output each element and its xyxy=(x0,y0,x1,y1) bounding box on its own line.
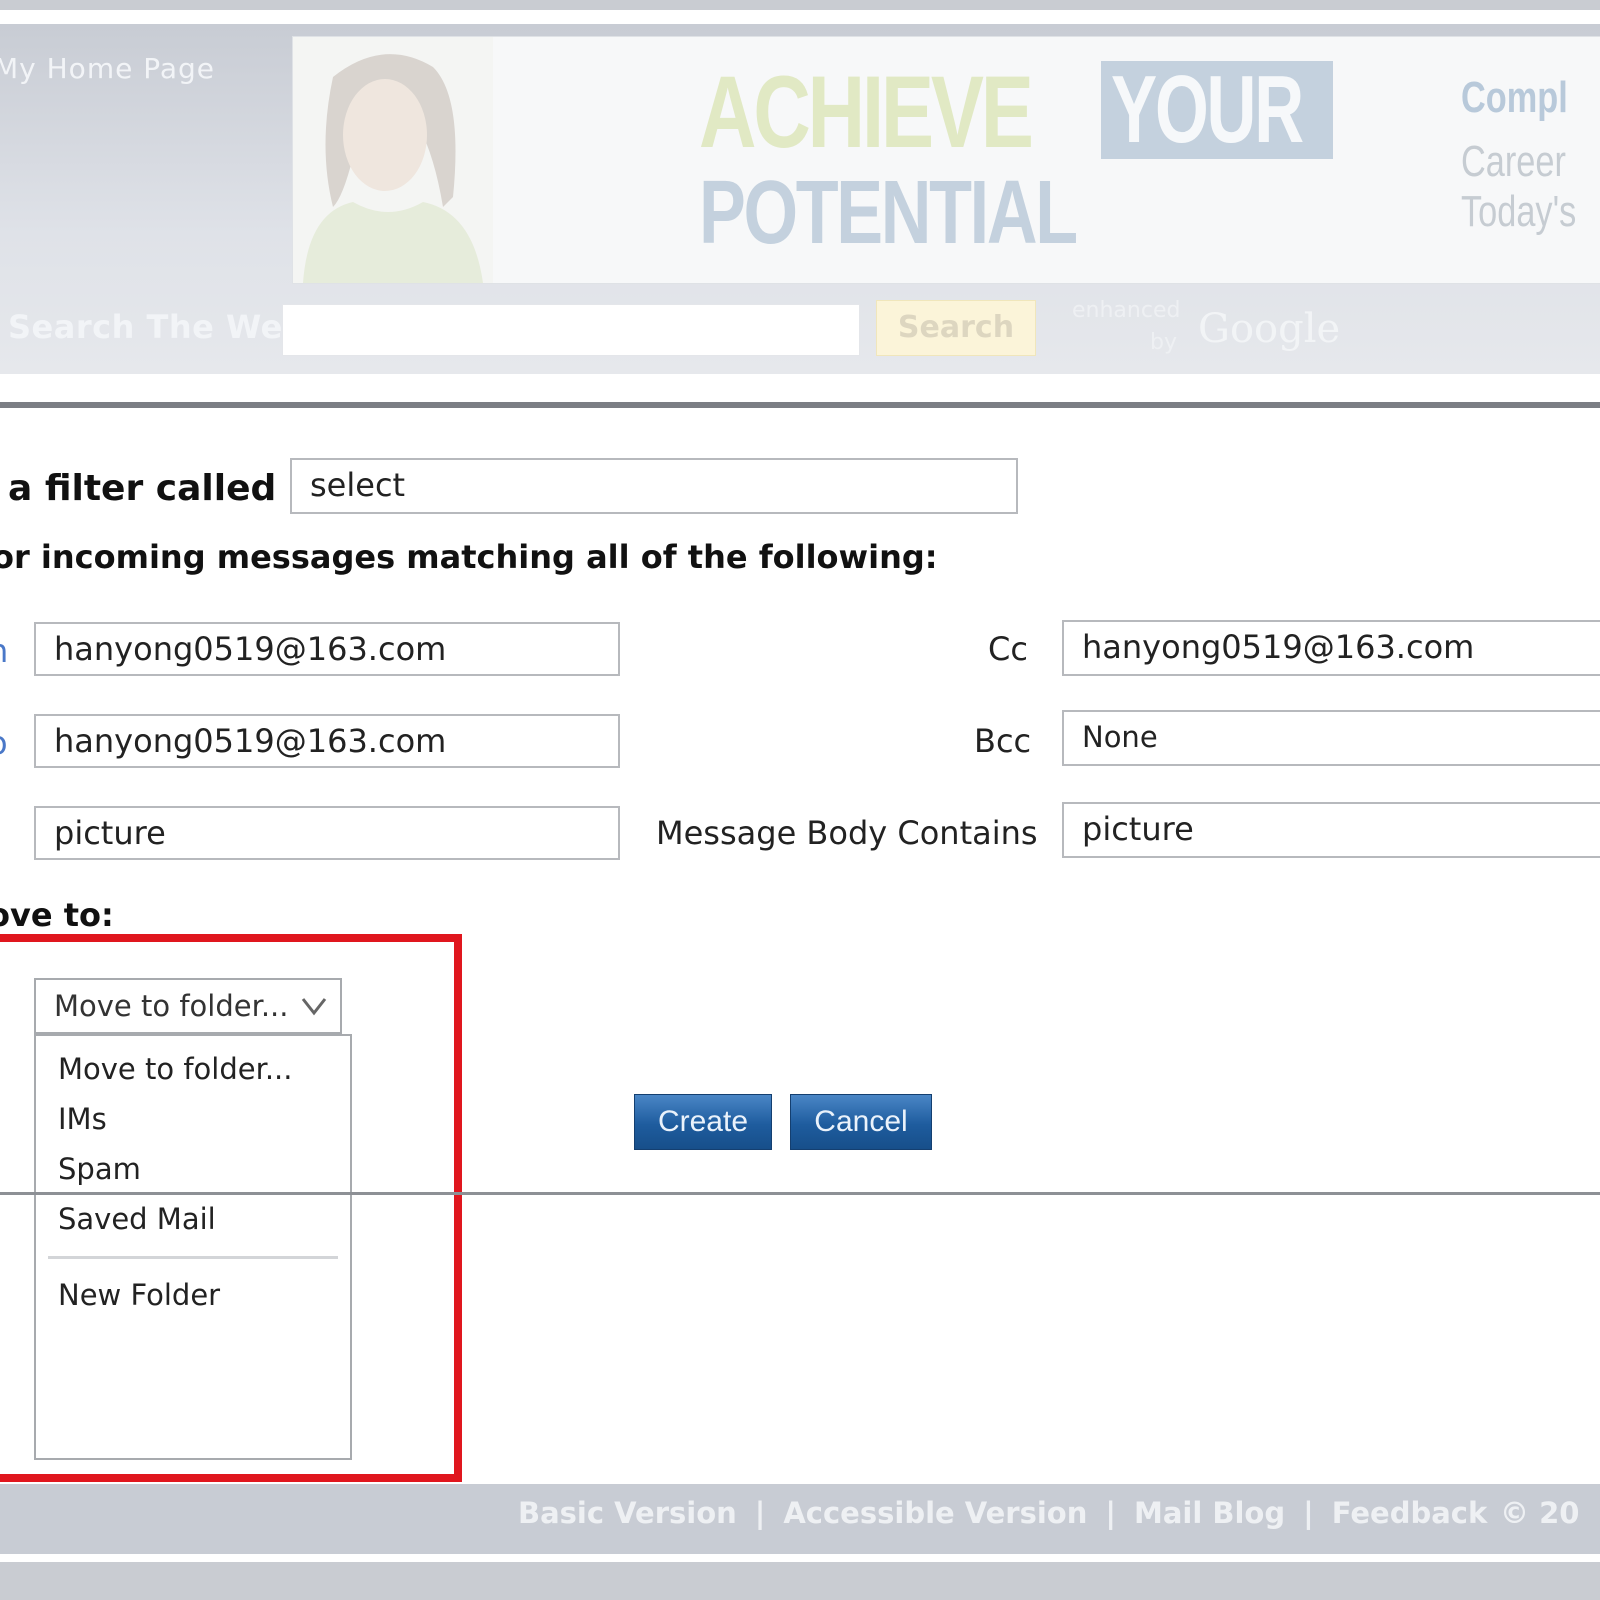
enhanced-by-label: enhanced xyxy=(1072,298,1181,323)
banner-side-line2: Today's xyxy=(1461,187,1577,236)
web-search-input[interactable] xyxy=(282,304,860,356)
top-gap xyxy=(0,10,1600,24)
banner-side-title: Compl xyxy=(1461,73,1568,122)
footer-link-mail-blog[interactable]: Mail Blog xyxy=(1134,1496,1285,1530)
message-body-field[interactable]: picture xyxy=(1062,802,1600,858)
by-label: by xyxy=(1150,330,1177,355)
subject-field[interactable]: picture xyxy=(34,806,620,860)
footer-link-basic[interactable]: Basic Version xyxy=(518,1496,737,1530)
cancel-button[interactable]: Cancel xyxy=(790,1094,932,1150)
bcc-label: Bcc xyxy=(974,722,1032,760)
create-button[interactable]: Create xyxy=(634,1094,772,1150)
bcc-field[interactable]: None xyxy=(1062,710,1600,766)
cc-field[interactable]: hanyong0519@163.com xyxy=(1062,620,1600,676)
footer-separator: | xyxy=(754,1496,766,1530)
header: My Home Page ACHIEVE YOUR POTENTIAL Comp… xyxy=(0,24,1600,374)
banner-potential-text: POTENTIAL xyxy=(699,163,1078,263)
google-logo: Google xyxy=(1198,306,1341,352)
subject-label-fragment: t xyxy=(0,816,1,854)
header-divider xyxy=(0,402,1600,408)
bottom-rule xyxy=(0,1562,1600,1600)
banner-side-line1: Career xyxy=(1461,137,1566,186)
copyright-text: © 20 xyxy=(1500,1496,1580,1530)
annotation-highlight-box xyxy=(0,934,462,1482)
bottom-gap xyxy=(0,1554,1600,1562)
search-label: Search The Web xyxy=(8,308,307,346)
search-button[interactable]: Search xyxy=(876,300,1036,356)
person-photo-icon xyxy=(293,37,493,283)
banner-your-text: YOUR xyxy=(1111,56,1304,163)
cc-label: Cc xyxy=(988,630,1028,668)
from-label-fragment: n xyxy=(0,632,8,670)
top-rule xyxy=(0,0,1600,10)
footer-separator: | xyxy=(1105,1496,1116,1530)
ad-banner[interactable]: ACHIEVE YOUR POTENTIAL Compl Career Toda… xyxy=(292,36,1600,284)
filter-name-input[interactable]: select xyxy=(290,458,1018,514)
from-field[interactable]: hanyong0519@163.com xyxy=(34,622,620,676)
footer-links: Basic Version | Accessible Version | Mail Bl… xyxy=(518,1496,1487,1530)
filter-name-label: a filter called xyxy=(8,468,277,509)
message-body-label: Message Body Contains xyxy=(656,814,1038,852)
to-label-fragment: o xyxy=(0,724,8,762)
footer-link-feedback[interactable]: Feedback xyxy=(1332,1496,1488,1530)
footer-separator: | xyxy=(1303,1496,1314,1530)
to-field[interactable]: hanyong0519@163.com xyxy=(34,714,620,768)
footer-link-accessible[interactable]: Accessible Version xyxy=(783,1496,1087,1530)
home-page-link[interactable]: My Home Page xyxy=(0,52,215,85)
banner-achieve-text: ACHIEVE xyxy=(699,55,1034,169)
home-link-label: My Home Page xyxy=(0,52,216,85)
form-divider xyxy=(0,1192,1600,1195)
move-to-label: ove to: xyxy=(0,896,114,934)
match-criteria-label: or incoming messages matching all of the… xyxy=(0,538,938,576)
